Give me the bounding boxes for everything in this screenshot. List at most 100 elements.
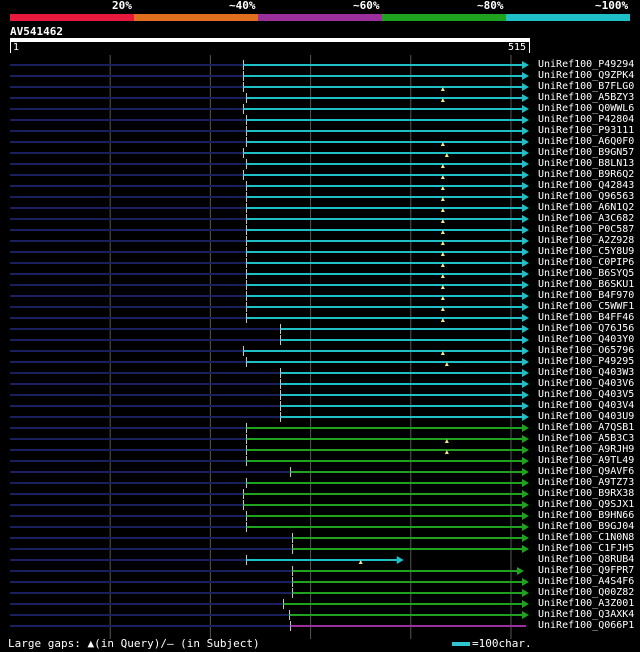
hit-label[interactable]: UniRef100_Q8RUB4	[538, 554, 634, 565]
arrow-head	[522, 325, 529, 333]
hit-label[interactable]: UniRef100_P49295	[538, 356, 634, 367]
hit-label[interactable]: UniRef100_B6SYQ5	[538, 268, 634, 279]
hit-label[interactable]: UniRef100_Q403U9	[538, 411, 634, 422]
hit-label[interactable]: UniRef100_A9RJH9	[538, 444, 634, 455]
hit-label[interactable]: UniRef100_B4FF46	[538, 312, 634, 323]
hit-label[interactable]: UniRef100_Q76J56	[538, 323, 634, 334]
hit-label[interactable]: UniRef100_O65796	[538, 345, 634, 356]
hit-label[interactable]: UniRef100_Q403Y0	[538, 334, 634, 345]
hit-label[interactable]: UniRef100_Q9AVF6	[538, 466, 634, 477]
hit-label[interactable]: UniRef100_Q3AXK4	[538, 609, 634, 620]
legend-label: ~60%	[353, 0, 380, 12]
hit-label[interactable]: UniRef100_C1FJH5	[538, 543, 634, 554]
arrow-head	[522, 534, 529, 542]
hit-label[interactable]: UniRef100_A9TL49	[538, 455, 634, 466]
arrow-head	[522, 226, 529, 234]
legend-label: 20%	[112, 0, 132, 12]
hit-label[interactable]: UniRef100_Q9ZPK4	[538, 70, 634, 81]
hit-label[interactable]: UniRef100_B9GN57	[538, 147, 634, 158]
arrow-head	[522, 204, 529, 212]
arrow-head	[522, 600, 529, 608]
hit-label[interactable]: UniRef100_P42804	[538, 114, 634, 125]
arrow-head	[522, 127, 529, 135]
arrow-head	[522, 589, 529, 597]
arrow-head	[522, 380, 529, 388]
hit-label[interactable]: UniRef100_Q96563	[538, 191, 634, 202]
scale-swatch	[452, 642, 470, 646]
arrow-head	[522, 391, 529, 399]
arrow-head	[522, 138, 529, 146]
hit-label[interactable]: UniRef100_C0PIP6	[538, 257, 634, 268]
hit-label[interactable]: UniRef100_B4F970	[538, 290, 634, 301]
arrow-head	[522, 105, 529, 113]
arrow-head	[522, 281, 529, 289]
arrow-head	[522, 336, 529, 344]
hit-label[interactable]: UniRef100_Q403V6	[538, 378, 634, 389]
arrow-head	[396, 556, 404, 564]
arrow-head	[522, 61, 529, 69]
arrow-head	[522, 611, 529, 619]
legend-label: ~80%	[477, 0, 504, 12]
hit-label[interactable]: UniRef100_P49294	[538, 59, 634, 70]
arrow-head	[522, 193, 529, 201]
hit-label[interactable]: UniRef100_A6N1Q2	[538, 202, 634, 213]
arrow-head	[522, 171, 529, 179]
hit-label[interactable]: UniRef100_B9GJ04	[538, 521, 634, 532]
hit-label[interactable]: UniRef100_Q9SJX1	[538, 499, 634, 510]
hit-label[interactable]: UniRef100_A5BZY3	[538, 92, 634, 103]
hit-label[interactable]: UniRef100_A7QSB1	[538, 422, 634, 433]
legend-label: ~100%	[595, 0, 629, 12]
hit-label[interactable]: UniRef100_P0C587	[538, 224, 634, 235]
scale-legend-text: =100char.	[472, 637, 532, 650]
arrow-head	[522, 347, 529, 355]
arrow-head	[522, 457, 529, 465]
hit-label[interactable]: UniRef100_Q42843	[538, 180, 634, 191]
arrow-head	[522, 369, 529, 377]
arrow-head	[522, 259, 529, 267]
hit-label[interactable]: UniRef100_C1N0N8	[538, 532, 634, 543]
arrow-head	[522, 545, 529, 553]
hit-label[interactable]: UniRef100_B9HN66	[538, 510, 634, 521]
arrow-head	[522, 248, 529, 256]
hit-label[interactable]: UniRef100_Q403V5	[538, 389, 634, 400]
hit-label[interactable]: UniRef100_B7FLG0	[538, 81, 634, 92]
hit-label[interactable]: UniRef100_A3Z001	[538, 598, 634, 609]
arrow-head	[522, 512, 529, 520]
arrow-head	[522, 435, 529, 443]
arrow-head	[522, 182, 529, 190]
hit-label[interactable]: UniRef100_Q066P1	[538, 620, 634, 631]
arrow-head	[522, 94, 529, 102]
hit-label[interactable]: UniRef100_Q403W3	[538, 367, 634, 378]
hit-label[interactable]: UniRef100_B6SKU1	[538, 279, 634, 290]
hit-label[interactable]: UniRef100_P93111	[538, 125, 634, 136]
arrow-head	[522, 292, 529, 300]
arrow-head	[522, 270, 529, 278]
hit-label[interactable]: UniRef100_A9TZ73	[538, 477, 634, 488]
hit-label[interactable]: UniRef100_A6Q0F0	[538, 136, 634, 147]
hit-label[interactable]: UniRef100_Q403V4	[538, 400, 634, 411]
hit-label[interactable]: UniRef100_Q9FPR7	[538, 565, 634, 576]
arrow-head	[516, 567, 524, 575]
arrow-head	[522, 501, 529, 509]
hit-label[interactable]: UniRef100_B8LN13	[538, 158, 634, 169]
arrow-head	[522, 314, 529, 322]
hit-label[interactable]: UniRef100_B9RX38	[538, 488, 634, 499]
hit-label[interactable]: UniRef100_A2Z928	[538, 235, 634, 246]
arrow-head	[522, 116, 529, 124]
arrow-head	[522, 490, 529, 498]
arrow-head	[522, 468, 529, 476]
arrow-head	[522, 303, 529, 311]
hit-label[interactable]: UniRef100_A4S4F6	[538, 576, 634, 587]
arrow-head	[522, 523, 529, 531]
arrow-head	[522, 578, 529, 586]
hit-label[interactable]: UniRef100_C5Y8U9	[538, 246, 634, 257]
hit-label[interactable]: UniRef100_B9R6Q2	[538, 169, 634, 180]
hit-label[interactable]: UniRef100_Q0WWL6	[538, 103, 634, 114]
hit-label[interactable]: UniRef100_A5B3C3	[538, 433, 634, 444]
arrow-head	[522, 83, 529, 91]
hit-label[interactable]: UniRef100_Q00Z82	[538, 587, 634, 598]
hit-label[interactable]: UniRef100_C5WWF1	[538, 301, 634, 312]
hit-label[interactable]: UniRef100_A3C682	[538, 213, 634, 224]
arrow-head	[522, 72, 529, 80]
arrow-head	[522, 358, 529, 366]
